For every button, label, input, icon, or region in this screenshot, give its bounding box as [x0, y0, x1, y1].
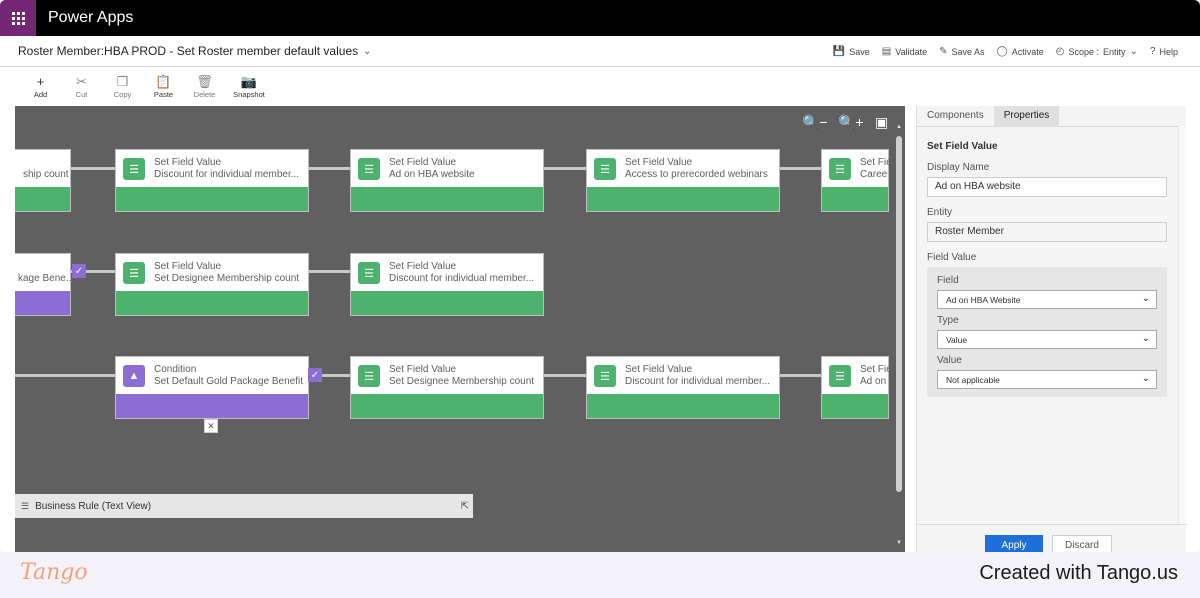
cut-button[interactable]: ✂ Cut [61, 68, 102, 106]
entity-field: Roster Member [927, 222, 1167, 242]
value-label: Value [937, 355, 962, 366]
paste-icon: 📋 [155, 74, 172, 89]
validate-icon: ▤ [881, 46, 892, 57]
pane-footer: Apply Discard [917, 524, 1187, 552]
condition-node[interactable]: kage Bene... [15, 253, 74, 316]
type-select[interactable]: Value ⌄ [937, 330, 1157, 349]
list-icon: ☰ [21, 500, 30, 511]
apply-button[interactable]: Apply [985, 535, 1043, 552]
set-field-value-node[interactable]: ☰ Set Field Value Discount for individua… [115, 149, 309, 212]
checkmark-icon[interactable]: ✓ [72, 264, 86, 278]
chevron-down-icon: ⌄ [1141, 373, 1150, 384]
condition-node[interactable]: ▲ Condition Set Default Gold Package Ben… [115, 356, 309, 419]
pane-scrollbar[interactable] [1178, 126, 1186, 524]
chevron-down-icon: ⌄ [1129, 46, 1138, 57]
scope-dropdown[interactable]: ◴ Scope : Entity ⌄ [1056, 46, 1138, 57]
zoom-out-icon[interactable]: 🔍− [802, 114, 828, 131]
field-select[interactable]: Ad on HBA Website ⌄ [937, 290, 1157, 309]
app-name: Power Apps [48, 9, 134, 26]
app-launcher-icon[interactable] [0, 0, 36, 36]
expand-icon[interactable]: ⇱ [461, 501, 469, 512]
set-field-value-node[interactable]: ☰ Set Field Value Ad on HBA website [350, 149, 544, 212]
set-field-value-icon: ☰ [829, 158, 851, 180]
scope-icon: ◴ [1055, 46, 1065, 57]
app-window: Power Apps Roster Member:HBA PROD - Set … [0, 0, 1200, 552]
condition-icon: ▲ [123, 365, 145, 387]
set-field-value-icon: ☰ [358, 158, 380, 180]
discard-button[interactable]: Discard [1052, 535, 1112, 552]
set-field-value-node[interactable]: ☰ Set Field Value Discount for individua… [350, 253, 544, 316]
fit-to-screen-icon[interactable]: ▣ [875, 114, 888, 131]
snapshot-button[interactable]: 📷 Snapshot [225, 68, 273, 106]
text-view-label: Business Rule (Text View) [35, 500, 152, 512]
help-icon: ? [1149, 46, 1156, 57]
add-button[interactable]: + Add [20, 68, 61, 106]
designer-canvas[interactable]: 🔍− 🔍+ ▣ ship count ☰ Set Field Value Dis… [15, 106, 905, 552]
entity-label: Entity [927, 207, 953, 218]
checkmark-icon[interactable]: ✓ [308, 368, 322, 382]
tango-logo: Tango [20, 560, 88, 585]
save-as-button[interactable]: ✎ Save As [939, 46, 984, 57]
set-field-value-node[interactable]: ☰ Set Field Value Set Designee Membershi… [350, 356, 544, 419]
field-value-label: Field Value [927, 252, 977, 263]
scissors-icon: ✂ [76, 74, 87, 89]
delete-button[interactable]: 🗑 Delete [184, 68, 225, 106]
chevron-down-icon: ⌄ [1141, 293, 1150, 304]
text-view-panel[interactable]: ☰ Business Rule (Text View) ⇱ [15, 494, 473, 518]
set-field-value-node[interactable]: ☰ Set Field Value Discount for individua… [586, 356, 780, 419]
scroll-up-icon[interactable]: ▲ [896, 124, 902, 130]
camera-icon: 📷 [240, 74, 258, 89]
set-field-value-icon: ☰ [358, 262, 380, 284]
zoom-in-icon[interactable]: 🔍+ [838, 114, 864, 131]
paste-button[interactable]: 📋 Paste [143, 68, 184, 106]
close-icon[interactable]: ✕ [204, 419, 218, 433]
display-name-field[interactable]: Ad on HBA website [927, 177, 1167, 197]
field-label: Field [937, 275, 959, 286]
header-actions: 💾 Save ▤ Validate ✎ Save As ◯ Activate ◴ Scop… [833, 36, 1178, 67]
field-value-group: Field Ad on HBA Website ⌄ Type Value ⌄ Val… [927, 267, 1167, 397]
set-field-value-icon: ☰ [829, 365, 851, 387]
activate-button[interactable]: ◯ Activate [997, 46, 1044, 57]
chevron-down-icon: ⌄ [363, 45, 372, 57]
save-as-icon: ✎ [939, 46, 948, 57]
pane-tabs: Components Properties [917, 106, 1186, 127]
set-field-value-node[interactable]: ☰ Set Fie Ad on [821, 356, 892, 419]
display-name-label: Display Name [927, 162, 990, 173]
set-field-value-icon: ☰ [123, 158, 145, 180]
set-field-value-icon: ☰ [594, 158, 616, 180]
trash-icon: 🗑 [196, 74, 213, 89]
section-title: Set Field Value [927, 141, 998, 152]
copy-button[interactable]: ❐ Copy [102, 68, 143, 106]
tab-components[interactable]: Components [917, 106, 994, 127]
business-rule-title[interactable]: Roster Member:HBA PROD - Set Roster memb… [18, 44, 372, 58]
set-field-value-icon: ☰ [594, 365, 616, 387]
plus-icon: + [36, 74, 45, 89]
business-rule-title-text: Roster Member:HBA PROD - Set Roster memb… [18, 44, 359, 58]
set-field-value-node[interactable]: ☰ Set Fie Career [821, 149, 892, 212]
workflow-node[interactable]: ship count [15, 149, 71, 212]
type-label: Type [937, 315, 959, 326]
tango-credit: Created with Tango.us [979, 562, 1178, 584]
chevron-down-icon: ⌄ [1141, 333, 1150, 344]
tab-properties[interactable]: Properties [993, 106, 1060, 127]
properties-pane: Components Properties Set Field Value Di… [916, 106, 1187, 552]
value-select[interactable]: Not applicable ⌄ [937, 370, 1157, 389]
set-field-value-icon: ☰ [358, 365, 380, 387]
validate-button[interactable]: ▤ Validate [882, 46, 927, 57]
command-ribbon: + Add ✂ Cut ❐ Copy 📋 Paste 🗑 Delete 📷 Snapshot [0, 68, 1200, 106]
vertical-scrollbar[interactable] [896, 136, 902, 492]
rule-header: Roster Member:HBA PROD - Set Roster memb… [0, 36, 1200, 67]
set-field-value-node[interactable]: ☰ Set Field Value Set Designee Membershi… [115, 253, 309, 316]
copy-icon: ❐ [116, 74, 129, 89]
set-field-value-icon: ☰ [123, 262, 145, 284]
top-bar: Power Apps [0, 0, 1200, 36]
scroll-down-icon[interactable]: ▼ [896, 540, 902, 546]
activate-icon: ◯ [996, 46, 1008, 57]
save-icon: 💾 [832, 46, 846, 57]
save-button[interactable]: 💾 Save [833, 46, 870, 57]
help-button[interactable]: ? Help [1150, 46, 1178, 57]
set-field-value-node[interactable]: ☰ Set Field Value Access to prerecorded … [586, 149, 780, 212]
